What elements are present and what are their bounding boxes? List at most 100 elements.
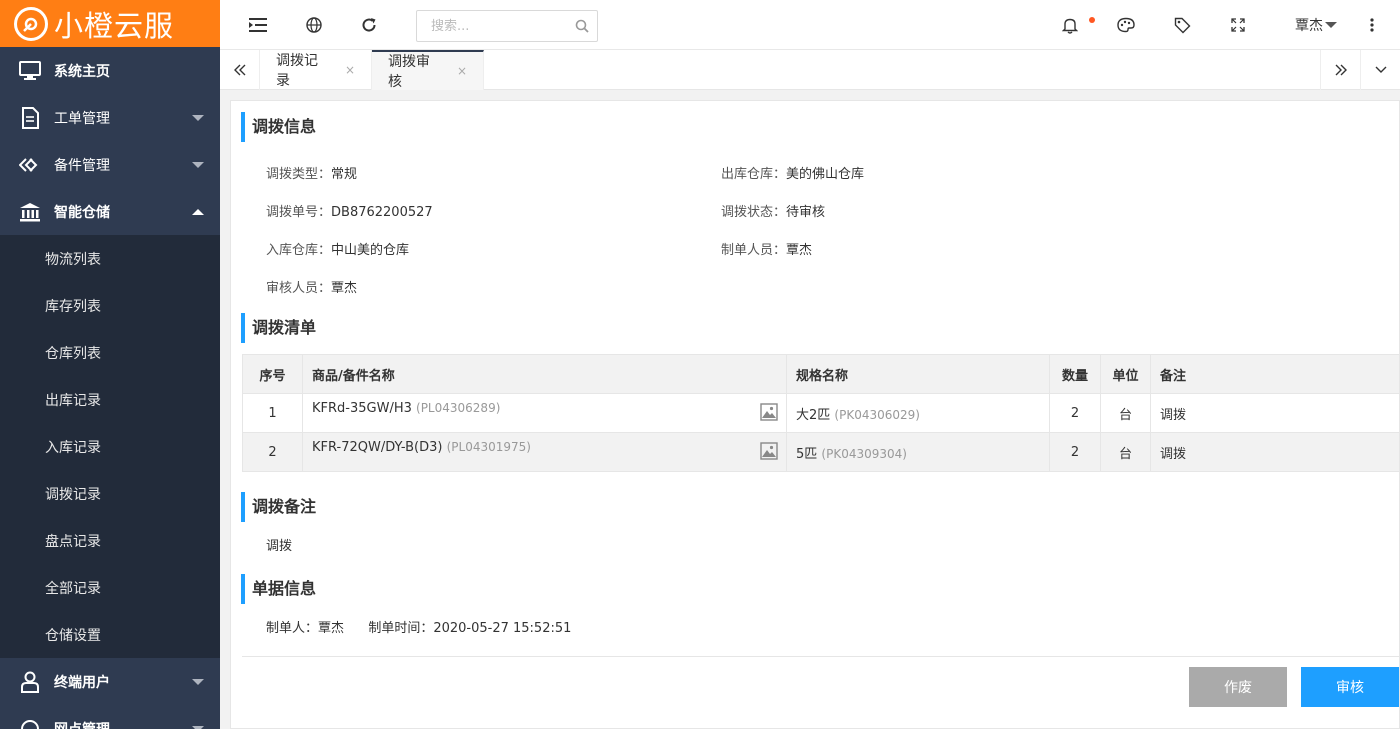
nav-system-home[interactable]: 系统主页: [0, 47, 220, 94]
section-title-transfer-list: 调拨清单: [241, 313, 316, 343]
table-header-row: 序号 商品/备件名称 规格名称 数量 单位 备注: [242, 354, 1400, 394]
chevron-down-icon[interactable]: [1325, 22, 1337, 28]
nav-outlet-management[interactable]: 网点管理: [0, 705, 220, 729]
nav-end-users[interactable]: 终端用户: [0, 658, 220, 705]
th-name: 商品/备件名称: [302, 354, 787, 394]
submenu-transfer-records[interactable]: 调拨记录: [0, 470, 220, 517]
item-code: (PL04306289): [416, 401, 501, 415]
bell-icon[interactable]: [1058, 13, 1082, 37]
tabs-scroll-left-icon[interactable]: [220, 50, 260, 90]
spec-name: 5匹: [796, 446, 818, 462]
tabs-menu-chevron-down-icon[interactable]: [1360, 50, 1400, 90]
chevron-down-icon: [192, 114, 204, 121]
cell-spec: 大2匹 (PK04306029): [786, 393, 1050, 433]
cell-name: KFRd-35GW/H3 (PL04306289): [302, 393, 787, 433]
warehouse-submenu: 物流列表 库存列表 仓库列表 出库记录 入库记录 调拨记录 盘点记录 全部记录 …: [0, 235, 220, 658]
logo[interactable]: 小橙云服: [0, 0, 220, 47]
tab-transfer-audit[interactable]: 调拨审核 ×: [372, 50, 484, 90]
info-value: 覃杰: [786, 243, 813, 258]
tab-bar: 调拨记录 × 调拨审核 ×: [220, 50, 1400, 90]
bill-creator: 覃杰: [318, 621, 345, 636]
chevron-down-icon: [192, 725, 204, 729]
chevron-down-icon: [192, 161, 204, 168]
cell-note: 调拨: [1150, 432, 1400, 472]
submenu-outbound-records[interactable]: 出库记录: [0, 376, 220, 423]
cell-qty: 2: [1049, 432, 1101, 472]
spec-name: 大2匹: [796, 407, 831, 423]
user-name[interactable]: 覃杰: [1295, 15, 1323, 35]
menu-collapse-icon[interactable]: [246, 13, 270, 37]
nav-smart-warehouse[interactable]: 智能仓储: [0, 188, 220, 235]
info-value: 美的佛山仓库: [786, 167, 865, 182]
item-code: (PL04301975): [446, 440, 531, 454]
audit-button[interactable]: 审核: [1301, 667, 1399, 707]
cell-unit: 台: [1100, 432, 1151, 472]
info-key: 出库仓库：: [721, 167, 787, 182]
info-value: 中山美的仓库: [331, 243, 410, 258]
diamond-icon: [18, 153, 42, 177]
tabs-scroll-right-icon[interactable]: [1320, 50, 1360, 90]
info-transfer-status: 调拨状态：待审核: [721, 201, 825, 220]
close-icon[interactable]: ×: [457, 64, 467, 78]
transfer-items-table: 序号 商品/备件名称 规格名称 数量 单位 备注 1 KFRd-35GW/H3 …: [242, 354, 1400, 472]
info-key: 入库仓库：: [266, 243, 332, 258]
info-key: 制单人员：: [721, 243, 787, 258]
chevron-up-icon: [192, 208, 204, 215]
globe-icon: [18, 717, 42, 729]
search-input[interactable]: [417, 11, 567, 41]
cell-note: 调拨: [1150, 393, 1400, 433]
nav-label: 智能仓储: [54, 204, 110, 221]
topbar: 覃杰: [220, 0, 1400, 50]
tab-label: 调拨记录: [276, 53, 318, 89]
cell-no: 1: [242, 393, 303, 433]
submenu-warehouse-settings[interactable]: 仓储设置: [0, 611, 220, 658]
info-creator: 制单人员：覃杰: [721, 239, 812, 258]
tab-label: 调拨审核: [388, 54, 430, 90]
fullscreen-icon[interactable]: [1226, 13, 1250, 37]
nav-label: 工单管理: [54, 110, 110, 127]
th-unit: 单位: [1100, 354, 1151, 394]
search-box: [416, 10, 598, 42]
cell-name: KFR-72QW/DY-B(D3) (PL04301975): [302, 432, 787, 472]
chevron-down-icon: [192, 678, 204, 685]
submenu-stocktake-records[interactable]: 盘点记录: [0, 517, 220, 564]
table-row: 1 KFRd-35GW/H3 (PL04306289) 大2匹 (PK04306…: [242, 393, 1400, 433]
transfer-remark-text: 调拨: [266, 539, 293, 554]
more-vertical-icon[interactable]: [1360, 13, 1384, 37]
submenu-warehouse-list[interactable]: 仓库列表: [0, 329, 220, 376]
info-value: 覃杰: [331, 281, 358, 296]
palette-icon[interactable]: [1114, 13, 1138, 37]
info-value: DB8762200527: [331, 205, 433, 220]
refresh-icon[interactable]: [357, 13, 381, 37]
info-key: 审核人员：: [266, 281, 332, 296]
spec-code: (PK04309304): [821, 446, 907, 461]
monitor-icon: [18, 59, 42, 83]
tag-icon[interactable]: [1170, 13, 1194, 37]
cell-unit: 台: [1100, 393, 1151, 433]
document-icon: [18, 106, 42, 130]
image-icon[interactable]: [760, 442, 778, 464]
submenu-inventory-list[interactable]: 库存列表: [0, 282, 220, 329]
submenu-inbound-records[interactable]: 入库记录: [0, 423, 220, 470]
tab-transfer-records[interactable]: 调拨记录 ×: [260, 50, 372, 90]
nav-label: 网点管理: [54, 719, 110, 729]
nav-workorder[interactable]: 工单管理: [0, 94, 220, 141]
close-icon[interactable]: ×: [345, 63, 355, 77]
sidebar: 小橙云服 系统主页 工单管理 备件管理 智能仓储 物流列表 库存列表 仓库列表 …: [0, 0, 220, 729]
cell-spec: 5匹 (PK04309304): [786, 432, 1050, 472]
nav-spare-parts[interactable]: 备件管理: [0, 141, 220, 188]
section-title-transfer-remark: 调拨备注: [241, 492, 316, 522]
search-icon[interactable]: [575, 19, 589, 37]
image-icon[interactable]: [760, 403, 778, 425]
void-button[interactable]: 作废: [1189, 667, 1287, 707]
th-no: 序号: [242, 354, 303, 394]
info-key: 调拨状态：: [721, 205, 787, 220]
item-name: KFR-72QW/DY-B(D3): [312, 440, 443, 455]
submenu-all-records[interactable]: 全部记录: [0, 564, 220, 611]
globe-icon[interactable]: [302, 13, 326, 37]
submenu-logistics-list[interactable]: 物流列表: [0, 235, 220, 282]
table-row: 2 KFR-72QW/DY-B(D3) (PL04301975) 5匹 (PK0…: [242, 432, 1400, 472]
th-qty: 数量: [1049, 354, 1101, 394]
info-value: 常规: [331, 167, 358, 182]
user-icon: [18, 670, 42, 694]
